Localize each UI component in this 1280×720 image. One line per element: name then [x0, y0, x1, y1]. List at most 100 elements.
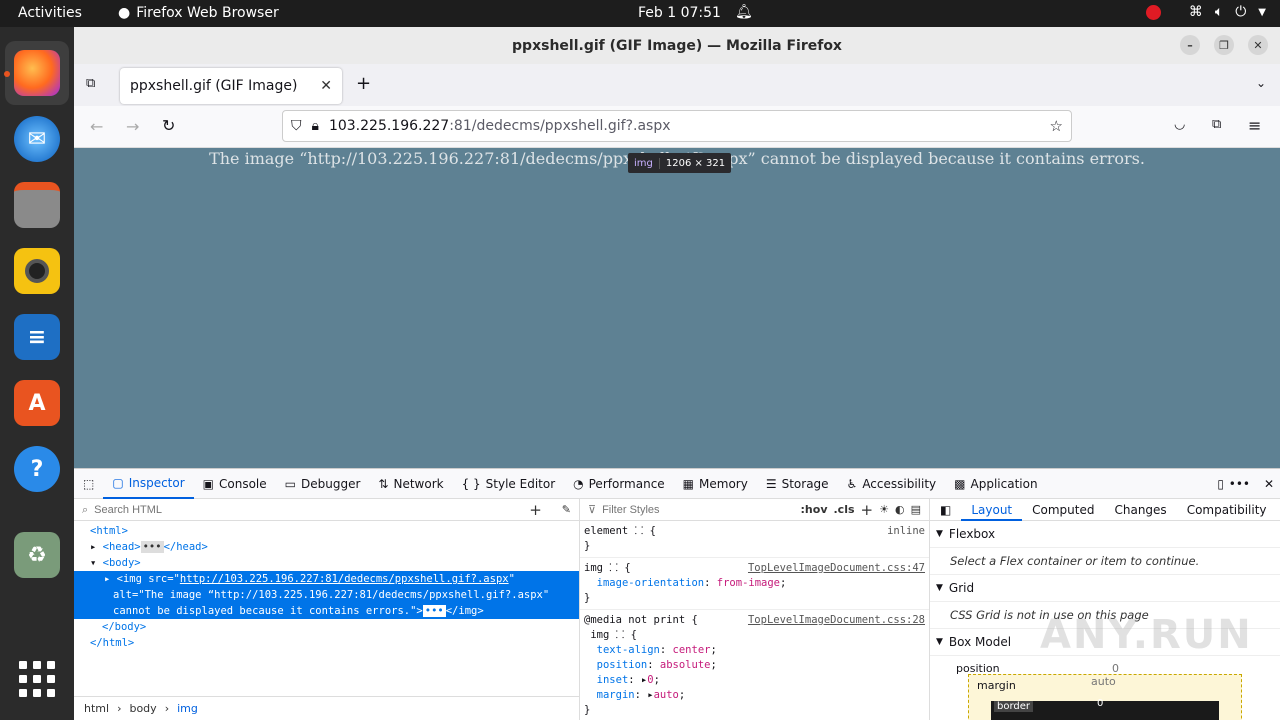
hamburger-menu-icon[interactable]: ≡ [1248, 116, 1261, 135]
tab-storage[interactable]: ☰ Storage [757, 469, 838, 499]
running-indicator [4, 71, 10, 77]
devtools-panel: ⬚ ▢ Inspector ▣ Console ▭ Debugger ⇅ Network… [74, 468, 1280, 720]
dock-thunderbird[interactable]: ✉ [5, 107, 69, 171]
tab-style-editor[interactable]: { } Style Editor [453, 469, 565, 499]
dock-firefox[interactable] [5, 41, 69, 105]
tab-accessibility[interactable]: ♿︎ Accessibility [838, 469, 946, 499]
back-button[interactable]: ← [90, 117, 103, 136]
breadcrumb: html › body › img [74, 696, 580, 720]
breadcrumb-img[interactable]: img [177, 702, 198, 715]
page-content: The image “http://103.225.196.227:81/ded… [74, 148, 1280, 468]
box-model-diagram: position 0 margin auto border 0 [930, 656, 1280, 720]
more-options-icon[interactable]: ••• [1229, 477, 1250, 491]
tab-network[interactable]: ⇅ Network [369, 469, 452, 499]
tab-memory[interactable]: ▦ Memory [674, 469, 757, 499]
rule-media[interactable]: @media not print {TopLevelImageDocument.… [580, 610, 929, 720]
list-tabs-icon[interactable]: ⌄ [1256, 76, 1266, 90]
tab-application[interactable]: ▩ Application [945, 469, 1046, 499]
close-devtools-icon[interactable]: ✕ [1264, 477, 1274, 491]
devtools-toolbar: ⬚ ▢ Inspector ▣ Console ▭ Debugger ⇅ Network… [74, 469, 1280, 499]
minimize-button[interactable]: – [1180, 35, 1200, 55]
tab-performance[interactable]: ◔ Performance [564, 469, 674, 499]
print-simulation-icon[interactable]: ▤ [911, 503, 921, 516]
toggle-sidebar-icon[interactable]: ◧ [930, 499, 961, 521]
margin-box[interactable]: margin auto border 0 [968, 674, 1242, 720]
tab-title: ppxshell.gif (GIF Image) [130, 78, 298, 94]
url-bar[interactable]: ⛉ 🔒︎ 103.225.196.227 :81/dedecms/ppxshel… [282, 110, 1072, 142]
debugger-icon: ▭ [284, 476, 296, 491]
hov-toggle[interactable]: :hov [801, 503, 828, 516]
system-tray[interactable]: ⌘ 🔈︎ ⏻ ▼ [1145, 4, 1266, 20]
bookmark-star-icon[interactable]: ☆ [1050, 117, 1063, 135]
tree-html-close[interactable]: </html> [74, 635, 579, 651]
tree-img-selected[interactable]: ▸ <img src="http://103.225.196.227:81/de… [74, 571, 579, 587]
margin-value[interactable]: auto [1091, 675, 1116, 688]
application-grid-icon: ▩ [954, 476, 966, 491]
shield-icon[interactable]: ⛉ [291, 118, 302, 134]
storage-icon: ☰ [765, 476, 777, 491]
filter-icon: ⊽ [588, 503, 597, 516]
close-tab-icon[interactable]: ✕ [320, 78, 332, 94]
tree-head[interactable]: ▸ <head> ••• </head> [74, 539, 579, 555]
add-node-icon[interactable]: + [529, 501, 542, 519]
filter-styles-input[interactable] [602, 503, 753, 516]
tree-body-close[interactable]: </body> [74, 619, 579, 635]
dock-help[interactable]: ? [5, 437, 69, 501]
tab-overview-icon[interactable]: ⧉ [86, 76, 95, 91]
maximize-button[interactable]: ❐ [1214, 35, 1234, 55]
bell-icon[interactable]: 🔔︎ [735, 4, 753, 20]
tab-console[interactable]: ▣ Console [194, 469, 276, 499]
filter-styles-bar: ⊽ :hov .cls + ☀ ◐ ▤ [580, 499, 929, 521]
url-host: 103.225.196.227 [328, 118, 450, 134]
eyedropper-icon[interactable]: ✎ [562, 503, 571, 516]
cls-toggle[interactable]: .cls [834, 503, 855, 516]
app-menu[interactable]: ● Firefox Web Browser [118, 5, 279, 21]
search-html-input[interactable] [94, 503, 524, 516]
dock-side-icon[interactable]: ▯ [1217, 477, 1224, 491]
tab-ppxshell[interactable]: ppxshell.gif (GIF Image) ✕ [120, 68, 342, 104]
lock-icon[interactable]: 🔒︎ [312, 118, 319, 134]
tree-body[interactable]: ▾ <body> [74, 555, 579, 571]
clock[interactable]: Feb 1 07:51 [638, 5, 721, 21]
tab-layout[interactable]: Layout [961, 499, 1023, 521]
firefox-small-icon: ● [118, 5, 131, 21]
grid-section-header[interactable]: ▼ Grid [930, 575, 1280, 602]
border-value[interactable]: 0 [1097, 698, 1103, 709]
dock-files[interactable] [5, 173, 69, 237]
tab-compatibility[interactable]: Compatibility [1177, 499, 1277, 521]
dock-writer[interactable]: ≡ [5, 305, 69, 369]
close-window-button[interactable]: ✕ [1248, 35, 1268, 55]
forward-button[interactable]: → [126, 117, 139, 136]
breadcrumb-html[interactable]: html [84, 702, 109, 715]
dark-scheme-icon[interactable]: ◐ [895, 503, 905, 516]
tree-img-alt[interactable]: alt="The image “http://103.225.196.227:8… [74, 587, 579, 603]
rules-list: element ⸬ {inline} img ⸬ {TopLevelImageD… [580, 521, 929, 720]
tree-html-open[interactable]: <html> [74, 523, 579, 539]
reload-button[interactable]: ↻ [162, 116, 175, 135]
show-apps-button[interactable] [5, 647, 69, 711]
dock-trash[interactable]: ♻ [5, 523, 69, 587]
add-rule-icon[interactable]: + [861, 501, 874, 519]
markup-tree: <html> ▸ <head> ••• </head> ▾ <body> ▸ <im… [74, 521, 579, 651]
tab-changes[interactable]: Changes [1104, 499, 1176, 521]
thunderbird-icon: ✉ [14, 116, 60, 162]
tree-img-alt-cont[interactable]: cannot be displayed because it contains … [74, 603, 579, 619]
flexbox-section-header[interactable]: ▼ Flexbox [930, 521, 1280, 548]
rule-element[interactable]: element ⸬ {inline} [580, 521, 929, 558]
dock-software[interactable]: A [5, 371, 69, 435]
border-box[interactable]: border 0 [991, 698, 1219, 720]
activities-button[interactable]: Activities [18, 5, 82, 21]
light-scheme-icon[interactable]: ☀ [879, 503, 889, 516]
rule-img[interactable]: img ⸬ {TopLevelImageDocument.css:47 imag… [580, 558, 929, 610]
extensions-icon[interactable]: ⧉ [1212, 117, 1221, 132]
tab-debugger[interactable]: ▭ Debugger [276, 469, 370, 499]
breadcrumb-body[interactable]: body [129, 702, 156, 715]
pick-element-icon[interactable]: ⬚ [74, 469, 103, 499]
volume-icon: 🔈︎ [1214, 4, 1224, 20]
record-icon [1145, 5, 1161, 20]
tab-computed[interactable]: Computed [1022, 499, 1104, 521]
pocket-icon[interactable]: ◡ [1174, 117, 1185, 132]
tab-inspector[interactable]: ▢ Inspector [103, 469, 194, 499]
new-tab-button[interactable]: + [356, 73, 371, 94]
dock-rhythmbox[interactable] [5, 239, 69, 303]
